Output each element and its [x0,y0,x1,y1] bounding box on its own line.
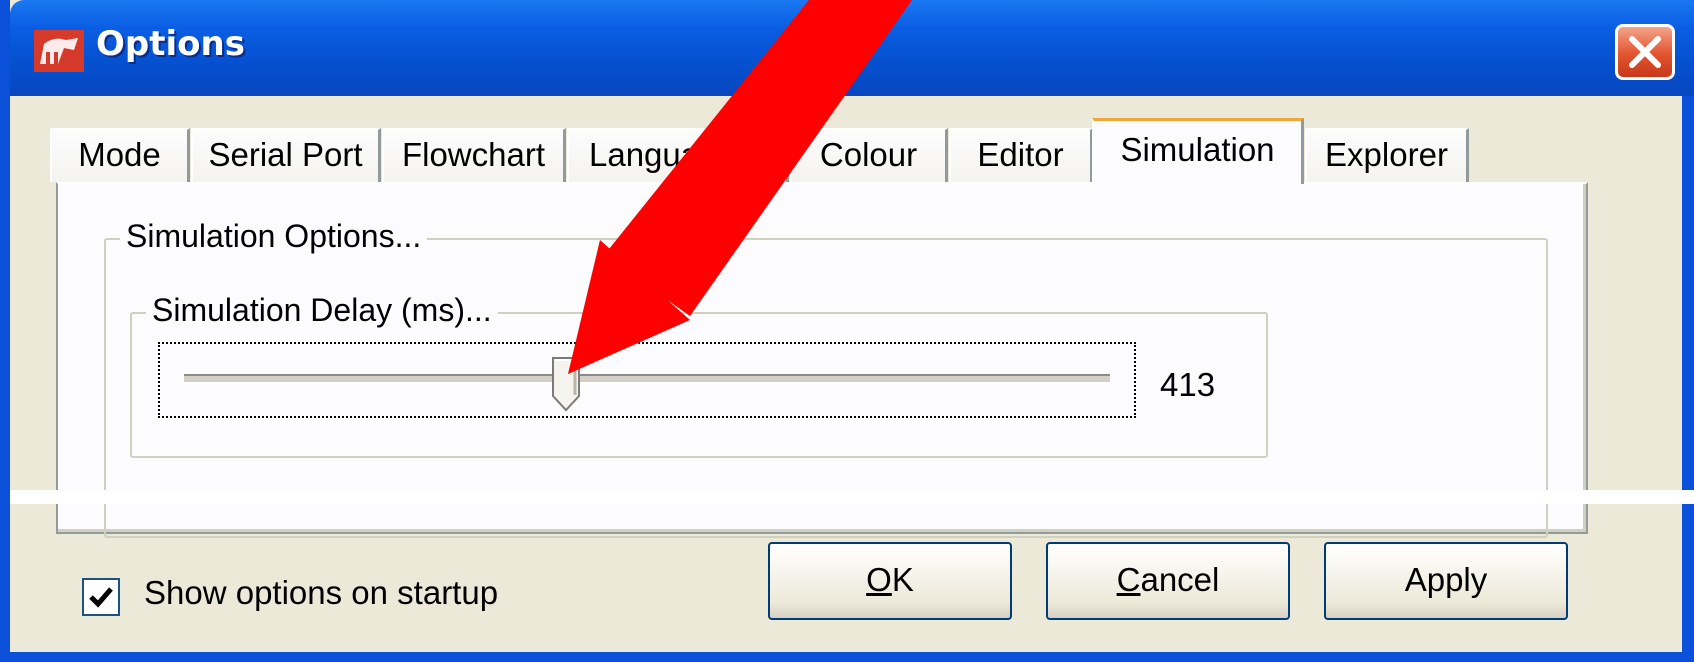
options-dialog: Options Mode Serial Port Flowchart Langu… [0,0,1694,662]
tab-colour[interactable]: Colour [790,128,948,182]
simulation-options-title: Simulation Options... [120,218,428,255]
apply-button[interactable]: Apply [1324,542,1568,620]
simulation-delay-title: Simulation Delay (ms)... [146,292,498,329]
slider-thumb[interactable] [551,356,581,412]
flowchart-app-icon [34,30,84,72]
tab-mode[interactable]: Mode [50,128,190,182]
close-x-icon [1629,36,1661,68]
checkmark-icon [89,587,113,608]
show-options-on-startup-checkbox[interactable] [82,578,120,616]
tab-explorer[interactable]: Explorer [1305,128,1469,182]
title-bar[interactable]: Options [10,0,1694,96]
simulation-delay-slider[interactable] [158,342,1136,418]
cancel-button[interactable]: Cancel [1046,542,1290,620]
close-button[interactable] [1615,24,1675,80]
ok-button-label: K [891,561,914,598]
tab-language[interactable]: Langua [567,128,789,182]
ok-button-accel: O [866,561,892,598]
cancel-button-accel: C [1116,561,1141,598]
screenshot-divider [10,490,1694,504]
tab-simulation[interactable]: Simulation [1092,118,1304,184]
cancel-button-label: ancel [1140,561,1220,598]
slider-track[interactable] [184,374,1110,384]
simulation-delay-value: 413 [1160,366,1216,403]
tab-serial-port[interactable]: Serial Port [191,128,381,182]
show-options-on-startup-label[interactable]: Show options on startup [144,574,498,612]
window-title: Options [96,24,245,64]
tab-flowchart[interactable]: Flowchart [382,128,566,182]
tab-editor[interactable]: Editor [949,128,1093,182]
ok-button[interactable]: OK [768,542,1012,620]
